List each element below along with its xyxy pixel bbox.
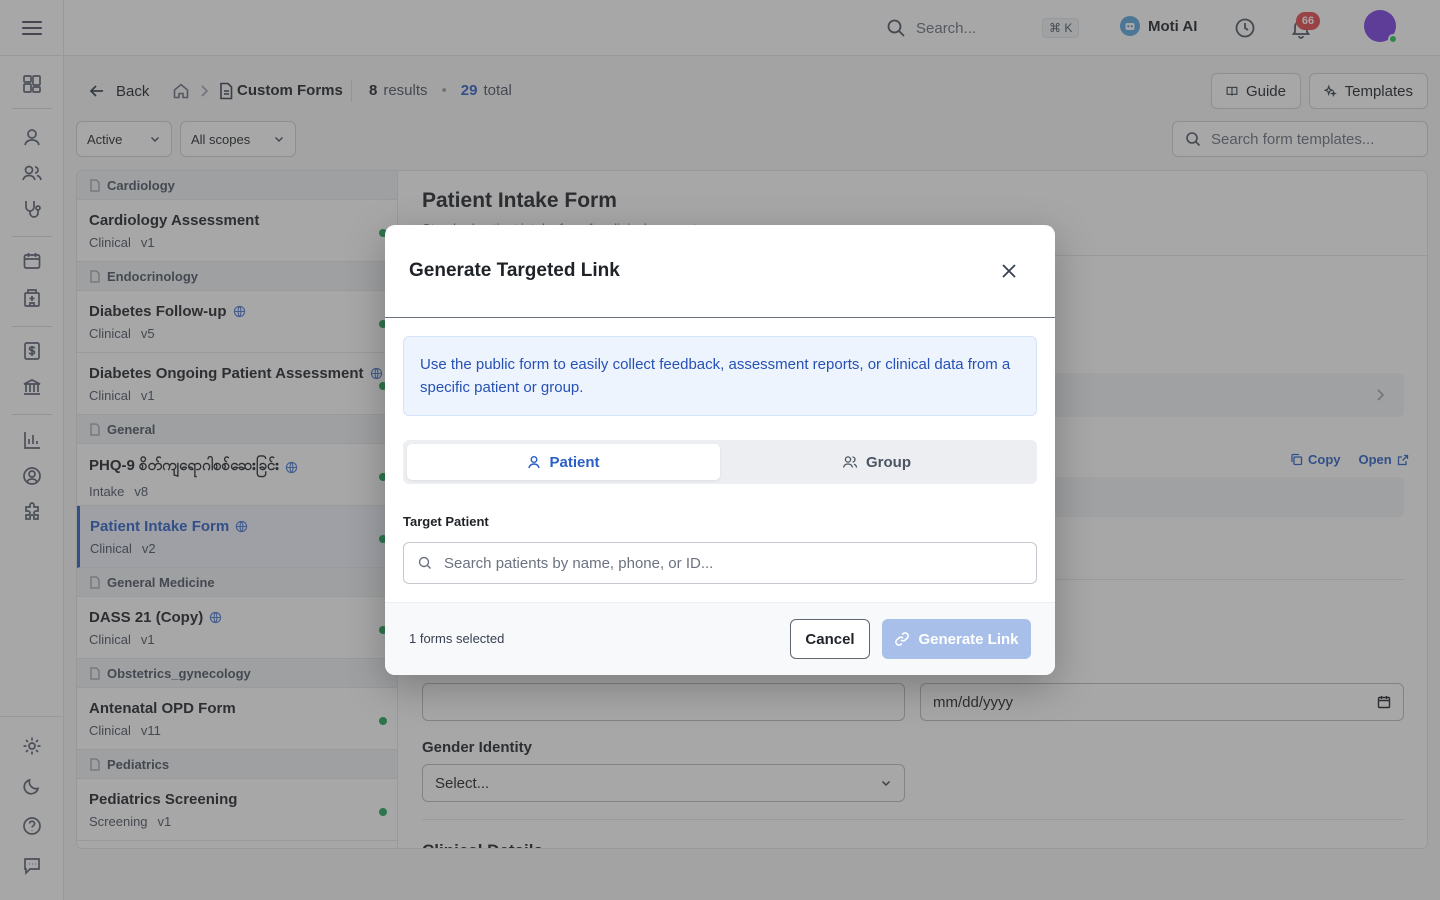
info-banner: Use the public form to easily collect fe… <box>403 336 1037 416</box>
tab-patient[interactable]: Patient <box>407 444 720 480</box>
tab-group-label: Group <box>866 453 911 471</box>
generate-link-dialog: Generate Targeted Link Use the public fo… <box>385 225 1055 675</box>
target-type-tabs: Patient Group <box>403 440 1037 484</box>
cancel-button[interactable]: Cancel <box>790 619 870 659</box>
users-icon <box>842 456 858 468</box>
patient-search-placeholder: Search patients by name, phone, or ID... <box>444 554 714 572</box>
dialog-title: Generate Targeted Link <box>409 260 620 281</box>
patient-search-input[interactable]: Search patients by name, phone, or ID... <box>403 542 1037 584</box>
selected-count: 1 forms selected <box>409 631 505 646</box>
dialog-footer: 1 forms selected Cancel Generate Link <box>385 602 1055 675</box>
close-button[interactable] <box>997 259 1021 283</box>
generate-link-label: Generate Link <box>918 630 1019 648</box>
link-icon <box>895 632 910 646</box>
tab-patient-label: Patient <box>549 453 600 471</box>
tab-group[interactable]: Group <box>720 444 1033 480</box>
close-icon <box>1002 264 1016 278</box>
target-patient-label: Target Patient <box>403 514 489 529</box>
generate-link-button[interactable]: Generate Link <box>882 619 1031 659</box>
search-icon <box>418 556 431 569</box>
user-icon <box>528 456 541 469</box>
